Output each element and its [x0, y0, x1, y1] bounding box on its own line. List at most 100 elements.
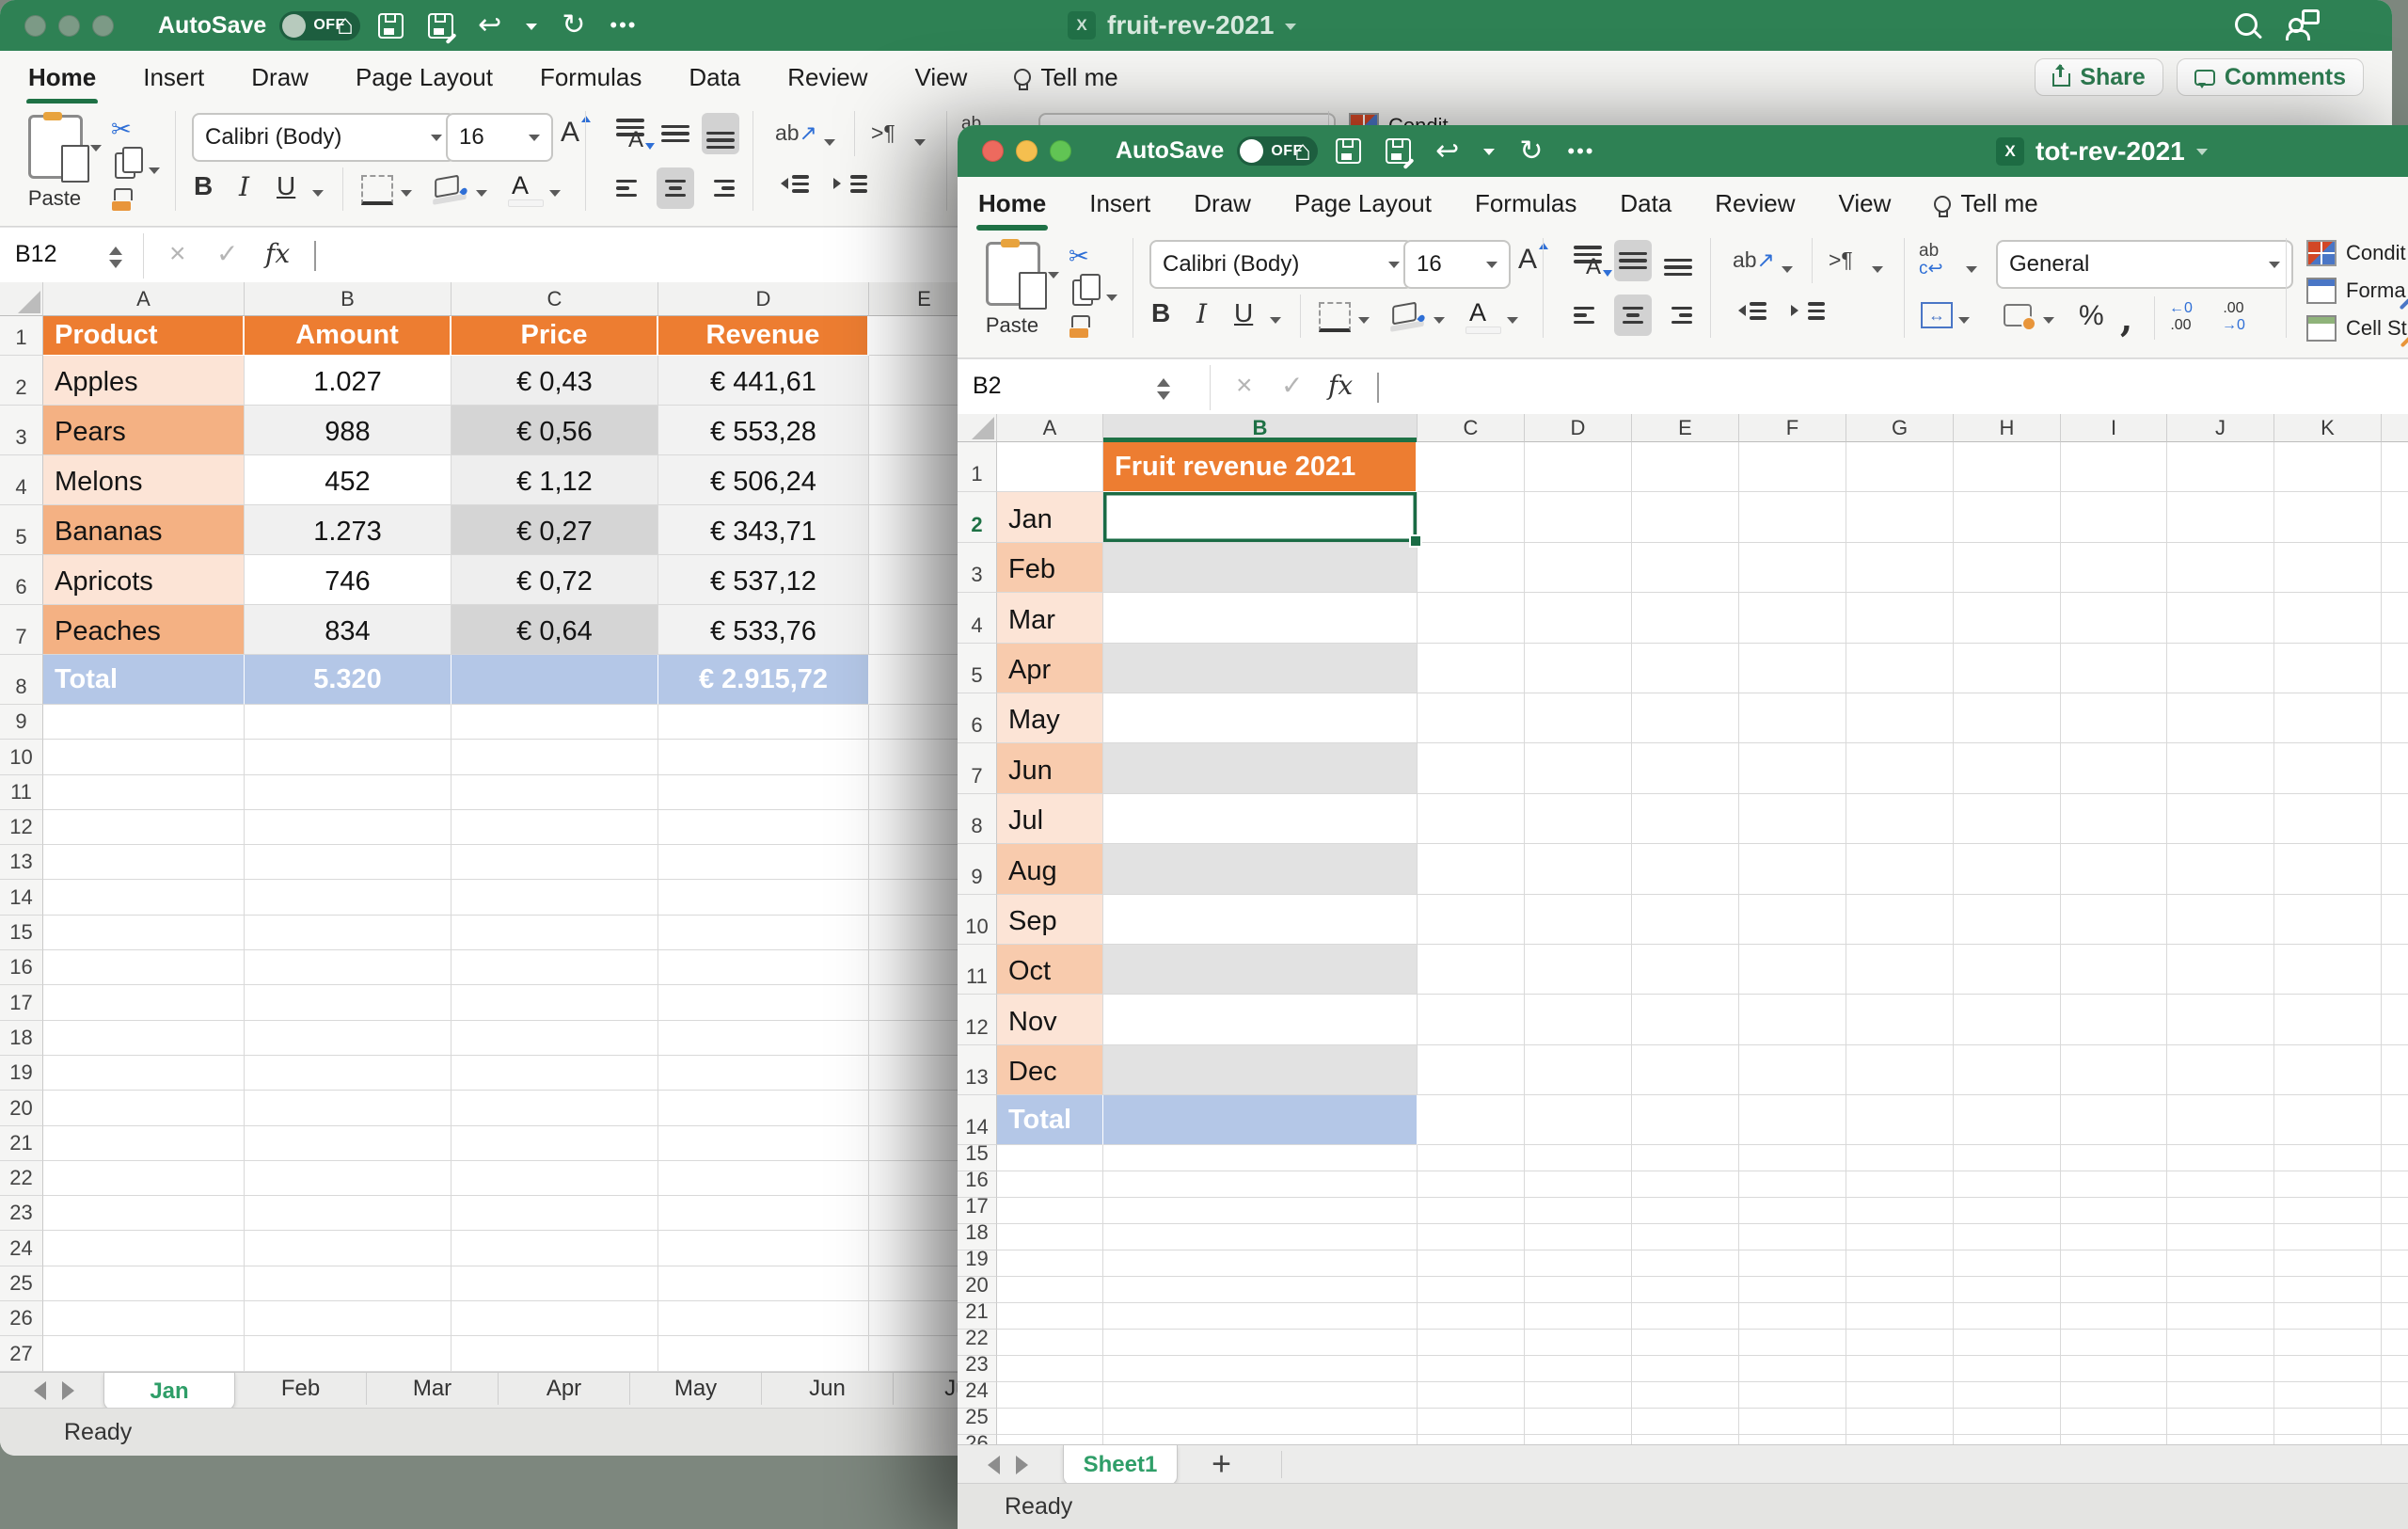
- cell[interactable]: [1846, 644, 1954, 693]
- row-header-12[interactable]: 12: [0, 810, 43, 845]
- cell[interactable]: [452, 810, 658, 845]
- cell[interactable]: [1954, 895, 2061, 945]
- chevron-down-icon[interactable]: [1048, 272, 1059, 284]
- cell[interactable]: [2167, 442, 2274, 492]
- row-header-12[interactable]: 12: [958, 995, 997, 1044]
- cell[interactable]: [1846, 1409, 1954, 1435]
- cell[interactable]: [2061, 1277, 2167, 1303]
- cell[interactable]: [1525, 1145, 1632, 1171]
- cell[interactable]: [2382, 1045, 2408, 1095]
- insert-function-icon[interactable]: fx: [1328, 370, 1353, 401]
- cell[interactable]: [245, 985, 452, 1020]
- cell[interactable]: [1954, 1095, 2061, 1145]
- cell[interactable]: [245, 775, 452, 810]
- align-top-button[interactable]: [1569, 240, 1607, 281]
- row-header-4[interactable]: 4: [958, 593, 997, 643]
- increase-font-button[interactable]: A: [561, 117, 579, 148]
- cell[interactable]: [2061, 794, 2167, 844]
- cell[interactable]: [2382, 693, 2408, 743]
- cell[interactable]: [245, 810, 452, 845]
- cell[interactable]: [2167, 1145, 2274, 1171]
- cell[interactable]: [2382, 442, 2408, 492]
- cell[interactable]: [1739, 895, 1846, 945]
- cell[interactable]: [2274, 1409, 2382, 1435]
- undo-chevron-icon[interactable]: [1483, 149, 1495, 161]
- cell[interactable]: [1418, 1145, 1525, 1171]
- cell[interactable]: [452, 740, 658, 774]
- sheet-tab-jan[interactable]: Jan: [103, 1373, 235, 1410]
- cell[interactable]: [1954, 844, 2061, 894]
- cell[interactable]: [1846, 693, 1954, 743]
- cell[interactable]: [2274, 794, 2382, 844]
- font-size-select[interactable]: 16: [1403, 240, 1511, 289]
- cell[interactable]: [245, 1196, 452, 1231]
- cell[interactable]: [1632, 1435, 1739, 1444]
- paste-button[interactable]: [986, 242, 1040, 306]
- cell[interactable]: [1418, 1250, 1525, 1277]
- align-bottom-button[interactable]: [1659, 240, 1697, 281]
- cell[interactable]: [2382, 945, 2408, 995]
- cell[interactable]: [1103, 1382, 1418, 1409]
- format-painter-button[interactable]: [1069, 313, 1093, 340]
- cell[interactable]: [1954, 442, 2061, 492]
- align-right-button[interactable]: [1659, 295, 1697, 336]
- row-header-8[interactable]: 8: [958, 794, 997, 844]
- undo-icon[interactable]: ↩: [1435, 137, 1459, 166]
- chevron-down-icon[interactable]: [824, 139, 835, 151]
- increase-indent-button[interactable]: [1791, 302, 1825, 320]
- cell[interactable]: [43, 1161, 245, 1196]
- menu-tab-draw[interactable]: Draw: [251, 63, 309, 92]
- align-middle-button[interactable]: [657, 113, 694, 154]
- cell[interactable]: [1418, 794, 1525, 844]
- cell[interactable]: [1846, 1277, 1954, 1303]
- row-header-26[interactable]: 26: [958, 1435, 997, 1444]
- cell[interactable]: [2274, 743, 2382, 793]
- selected-cell-b2[interactable]: [1103, 492, 1418, 542]
- cell[interactable]: [452, 845, 658, 880]
- cell[interactable]: [1632, 593, 1739, 643]
- cell[interactable]: [997, 1330, 1103, 1356]
- cell[interactable]: [1632, 693, 1739, 743]
- cell[interactable]: [658, 950, 869, 985]
- cell[interactable]: [1418, 1224, 1525, 1250]
- menu-tab-formulas[interactable]: Formulas: [1475, 189, 1576, 218]
- cell[interactable]: € 553,28: [658, 406, 869, 455]
- cell[interactable]: [1103, 1409, 1418, 1435]
- borders-button[interactable]: [361, 175, 393, 205]
- cell[interactable]: [1954, 1277, 2061, 1303]
- cell[interactable]: [2274, 593, 2382, 643]
- cell[interactable]: [1525, 1171, 1632, 1198]
- cell[interactable]: [1739, 442, 1846, 492]
- column-header-j[interactable]: J: [2167, 414, 2274, 442]
- cell[interactable]: [245, 740, 452, 774]
- cell[interactable]: [2274, 1435, 2382, 1444]
- cell[interactable]: [1846, 1250, 1954, 1277]
- cell[interactable]: [2061, 1250, 2167, 1277]
- cell[interactable]: [2167, 1303, 2274, 1330]
- align-center-button[interactable]: [1614, 295, 1652, 336]
- cell[interactable]: € 0,56: [452, 406, 658, 455]
- cell[interactable]: [1739, 945, 1846, 995]
- row-header-27[interactable]: 27: [0, 1336, 43, 1371]
- row-header-11[interactable]: 11: [958, 945, 997, 995]
- cell[interactable]: 1.273: [245, 505, 452, 555]
- worksheet-grid[interactable]: ABCDE1ProductAmountPriceRevenue2Apples1.…: [0, 282, 980, 1372]
- cell[interactable]: [43, 1056, 245, 1091]
- cell-b1-title[interactable]: Fruit revenue 2021: [1103, 442, 1418, 492]
- cell[interactable]: [1418, 1409, 1525, 1435]
- cell[interactable]: [2274, 1045, 2382, 1095]
- row-header-7[interactable]: 7: [958, 743, 997, 793]
- cell[interactable]: [2167, 995, 2274, 1044]
- cell[interactable]: [658, 1231, 869, 1266]
- cell[interactable]: [2382, 1356, 2408, 1382]
- cell[interactable]: [43, 1231, 245, 1266]
- cell[interactable]: [1739, 1277, 1846, 1303]
- cell[interactable]: [1632, 1382, 1739, 1409]
- cell[interactable]: [1632, 1145, 1739, 1171]
- cell[interactable]: [1846, 1171, 1954, 1198]
- cell[interactable]: 452: [245, 455, 452, 505]
- chevron-down-icon[interactable]: [1872, 266, 1883, 279]
- cell[interactable]: [452, 985, 658, 1020]
- chevron-down-icon[interactable]: [1270, 317, 1281, 329]
- cell[interactable]: [658, 1021, 869, 1056]
